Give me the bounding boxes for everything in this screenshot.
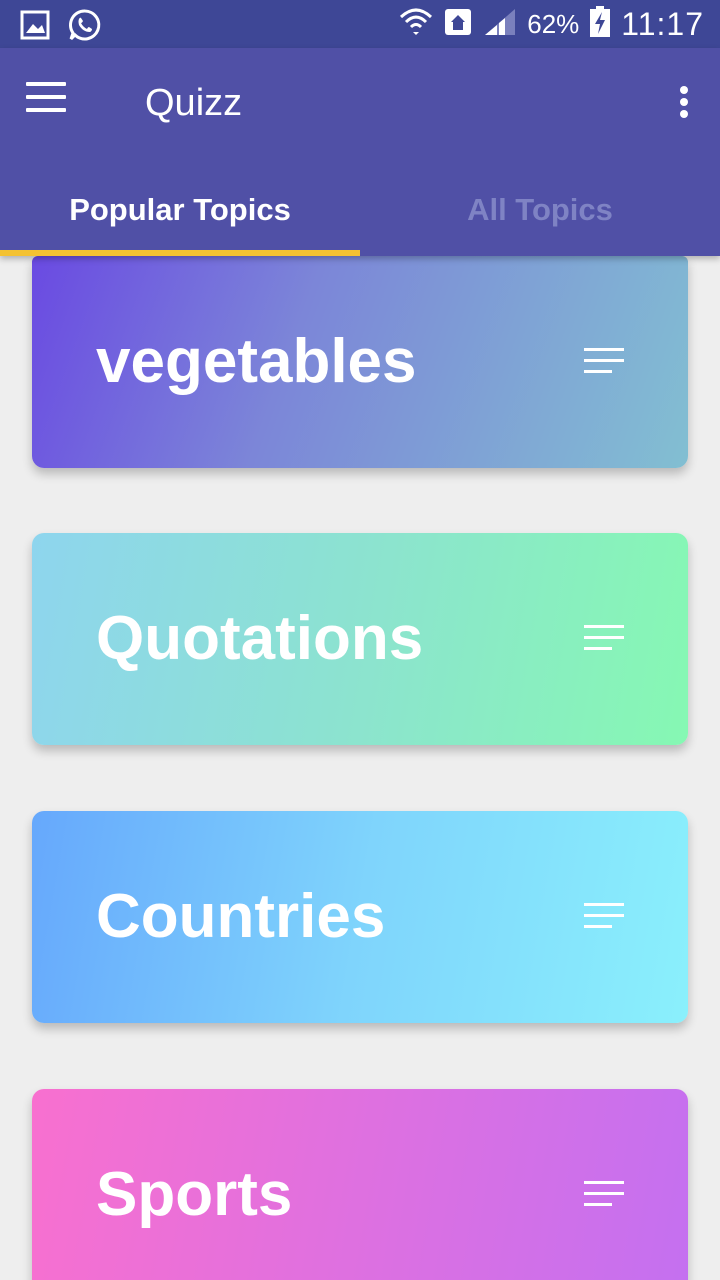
sort-lines-icon (584, 625, 624, 653)
topic-card-quotations[interactable]: Quotations (32, 533, 688, 745)
app-bar: Quizz Popular Topics All Topics (0, 48, 720, 256)
topic-card-label: Quotations (96, 604, 424, 673)
status-right-icons: 62% 11:17 (399, 0, 704, 48)
home-icon (443, 7, 473, 42)
topic-card-label: Countries (96, 882, 386, 951)
more-vert-icon[interactable] (678, 86, 690, 122)
tab-bar: Popular Topics All Topics (0, 178, 720, 256)
sort-lines-icon (584, 1181, 624, 1209)
tab-popular-topics[interactable]: Popular Topics (0, 178, 360, 256)
battery-charging-icon (589, 5, 611, 43)
sort-lines-icon (584, 348, 624, 376)
sort-lines-icon (584, 903, 624, 931)
whatsapp-icon (68, 8, 102, 47)
topic-card-label: Sports (96, 1160, 293, 1229)
hamburger-menu-icon[interactable] (26, 82, 72, 122)
topic-card-sports[interactable]: Sports (32, 1089, 688, 1280)
topic-list: vegetables Quotations Countries Sports (0, 256, 720, 1280)
topic-card-vegetables[interactable]: vegetables (32, 256, 688, 468)
topic-card-countries[interactable]: Countries (32, 811, 688, 1023)
app-title: Quizz (145, 82, 243, 124)
tab-indicator (0, 250, 360, 256)
status-left-icons (20, 8, 102, 47)
gallery-icon (20, 10, 50, 45)
wifi-icon (399, 5, 433, 44)
topic-card-label: vegetables (96, 327, 417, 396)
status-bar: 62% 11:17 (0, 0, 720, 48)
signal-icon (483, 7, 517, 42)
clock: 11:17 (621, 5, 704, 42)
battery-percent: 62% (527, 8, 580, 39)
tab-all-topics[interactable]: All Topics (360, 178, 720, 256)
